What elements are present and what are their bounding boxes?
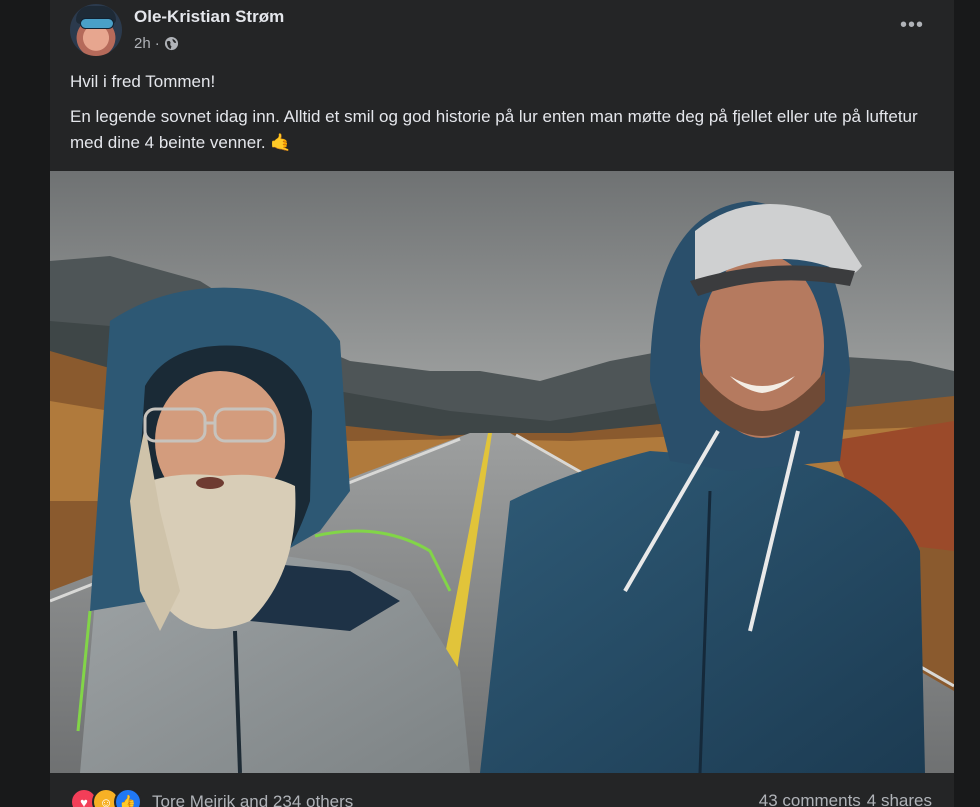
photo-illustration (50, 171, 954, 773)
avatar-goggles (80, 18, 114, 29)
reaction-names[interactable]: Tore Meirik and 234 others (152, 792, 353, 807)
engagement-counts: 43 comments 4 shares (759, 791, 932, 807)
post-time[interactable]: 2h (134, 35, 151, 52)
reactions-summary[interactable]: ♥ ☺ 👍 Tore Meirik and 234 others (70, 788, 353, 807)
post-header: Ole-Kristian Strøm 2h · ••• (50, 0, 954, 62)
more-options-icon[interactable]: ••• (900, 14, 924, 37)
post-card: Ole-Kristian Strøm 2h · ••• Hvil i fred … (50, 0, 954, 807)
shares-count[interactable]: 4 shares (867, 791, 932, 807)
post-title-line: Hvil i fred Tommen! (70, 72, 216, 91)
globe-icon[interactable] (164, 36, 179, 51)
author-name[interactable]: Ole-Kristian Strøm (134, 7, 284, 27)
author-avatar[interactable] (70, 4, 122, 56)
post-footer: ♥ ☺ 👍 Tore Meirik and 234 others 43 comm… (50, 773, 954, 807)
comments-count[interactable]: 43 comments (759, 791, 861, 807)
meta-separator: · (154, 35, 160, 52)
post-meta: 2h · (134, 35, 179, 52)
post-photo[interactable] (50, 171, 954, 773)
post-body: En legende sovnet idag inn. Alltid et sm… (70, 107, 918, 152)
post-text: Hvil i fred Tommen! En legende sovnet id… (70, 69, 930, 165)
like-reaction-icon: 👍 (114, 788, 142, 807)
